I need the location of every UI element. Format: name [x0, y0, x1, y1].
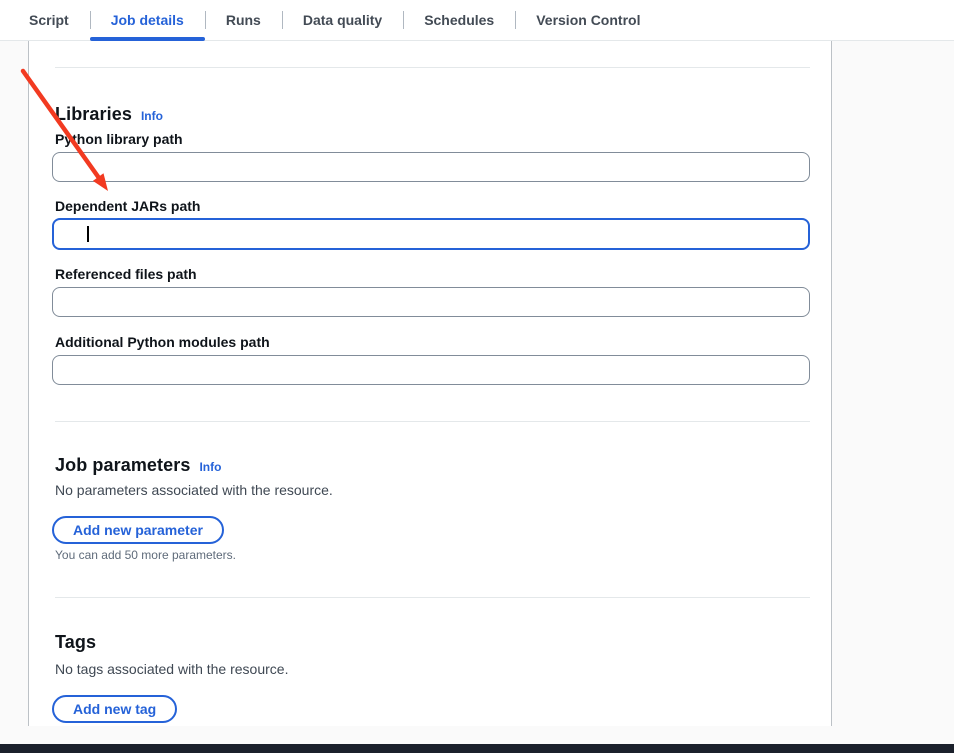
python-library-path-label: Python library path	[55, 131, 183, 147]
tab-script[interactable]: Script	[8, 0, 90, 40]
tags-empty-text: No tags associated with the resource.	[55, 661, 288, 677]
divider	[55, 67, 810, 68]
divider	[55, 421, 810, 422]
content-panel: Libraries Info Python library path Depen…	[28, 41, 832, 726]
tab-data-quality-label: Data quality	[303, 12, 382, 28]
add-new-parameter-button[interactable]: Add new parameter	[52, 516, 224, 544]
job-parameters-hint-text: You can add 50 more parameters.	[55, 548, 236, 562]
tab-schedules[interactable]: Schedules	[403, 0, 515, 40]
job-parameters-title: Job parameters	[55, 455, 190, 476]
tab-version-control-label: Version Control	[536, 12, 640, 28]
libraries-title: Libraries	[55, 104, 132, 125]
tab-bar: Script Job details Runs Data quality Sch…	[0, 0, 954, 41]
tab-runs-label: Runs	[226, 12, 261, 28]
field-dependent-jars-path: Dependent JARs path	[52, 198, 810, 260]
dependent-jars-path-input[interactable]	[52, 218, 810, 250]
job-parameters-empty-text: No parameters associated with the resour…	[55, 482, 333, 498]
tab-job-details[interactable]: Job details	[90, 0, 205, 40]
tags-section-heading: Tags	[55, 632, 96, 653]
tab-version-control[interactable]: Version Control	[515, 0, 661, 40]
libraries-info-link[interactable]: Info	[141, 109, 163, 123]
tab-job-details-label: Job details	[111, 12, 184, 28]
job-parameters-section-heading: Job parameters Info	[55, 455, 221, 476]
libraries-section-heading: Libraries Info	[55, 104, 163, 125]
referenced-files-path-input[interactable]	[52, 287, 810, 317]
tab-runs[interactable]: Runs	[205, 0, 282, 40]
field-referenced-files-path: Referenced files path	[52, 266, 810, 328]
dependent-jars-path-label: Dependent JARs path	[55, 198, 200, 214]
field-python-library-path: Python library path	[52, 131, 810, 193]
python-library-path-input[interactable]	[52, 152, 810, 182]
job-parameters-info-link[interactable]: Info	[199, 460, 221, 474]
referenced-files-path-label: Referenced files path	[55, 266, 197, 282]
tags-title: Tags	[55, 632, 96, 653]
job-details-screen: Script Job details Runs Data quality Sch…	[0, 0, 954, 753]
add-new-tag-button[interactable]: Add new tag	[52, 695, 177, 723]
field-additional-python-modules-path: Additional Python modules path	[52, 334, 810, 396]
tab-data-quality[interactable]: Data quality	[282, 0, 403, 40]
divider	[55, 597, 810, 598]
text-cursor	[87, 226, 89, 242]
tab-script-label: Script	[29, 12, 69, 28]
additional-python-modules-path-input[interactable]	[52, 355, 810, 385]
window-bottom-edge	[0, 744, 954, 753]
tab-schedules-label: Schedules	[424, 12, 494, 28]
additional-python-modules-path-label: Additional Python modules path	[55, 334, 270, 350]
